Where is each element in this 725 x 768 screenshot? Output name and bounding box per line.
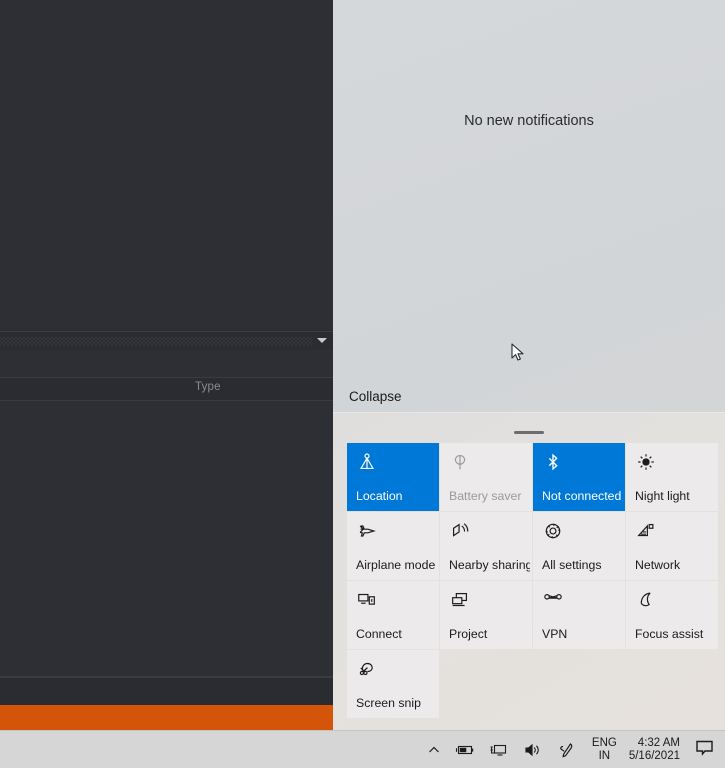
tile-label: Network: [635, 558, 716, 572]
quick-action-tile-nearby-sharing[interactable]: Nearby sharing: [440, 512, 532, 580]
tile-label: Airplane mode: [356, 558, 437, 572]
no-notifications-message: No new notifications: [333, 113, 725, 129]
moon-icon: [635, 589, 657, 611]
bluetooth-icon: [542, 451, 564, 473]
pen-workspace-button[interactable]: [550, 731, 584, 768]
quick-action-tile-location[interactable]: Location: [347, 443, 439, 511]
tile-label: Battery saver: [449, 489, 530, 503]
tile-grid-empty-slot: [533, 650, 625, 718]
connect-icon: [356, 589, 378, 611]
airplane-icon: [356, 520, 378, 542]
quick-action-tile-vpn[interactable]: VPN: [533, 581, 625, 649]
quick-action-tile-screen-snip[interactable]: Screen snip: [347, 650, 439, 718]
speaker-icon: [523, 742, 543, 758]
chevron-up-icon: [427, 743, 441, 757]
clock-time: 4:32 AM: [638, 737, 680, 750]
quick-action-tile-battery-saver[interactable]: Battery saver: [440, 443, 532, 511]
vpn-icon: [542, 589, 564, 611]
column-header-type: Type: [195, 381, 221, 393]
background-application-window[interactable]: Type: [0, 0, 333, 730]
quick-action-tile-connect[interactable]: Connect: [347, 581, 439, 649]
collapse-link[interactable]: Collapse: [349, 389, 402, 404]
quick-action-tile-all-settings[interactable]: All settings: [533, 512, 625, 580]
nearby-sharing-icon: [449, 520, 471, 542]
night-light-icon: [635, 451, 657, 473]
battery-saver-icon: [449, 451, 471, 473]
tile-label: Screen snip: [356, 696, 437, 710]
system-tray: ENG IN 4:32 AM 5/16/2021: [420, 731, 725, 768]
network-icon: [635, 520, 657, 542]
tile-label: Location: [356, 489, 437, 503]
notifications-area: No new notifications Collapse: [333, 0, 725, 412]
quick-action-tile-grid: Location Battery saver: [347, 443, 717, 718]
tile-label: Nearby sharing: [449, 558, 530, 572]
network-monitor-icon: [489, 742, 509, 758]
app-footer-band: [0, 677, 333, 706]
dotted-pattern: [0, 337, 312, 346]
tile-label: Focus assist: [635, 627, 716, 641]
quick-action-tile-project[interactable]: Project: [440, 581, 532, 649]
tile-grid-empty-slot: [440, 650, 532, 718]
volume-button[interactable]: [516, 731, 550, 768]
clock-button[interactable]: 4:32 AM 5/16/2021: [625, 731, 690, 768]
quick-action-tile-bluetooth[interactable]: Not connected: [533, 443, 625, 511]
quick-action-tile-airplane-mode[interactable]: Airplane mode: [347, 512, 439, 580]
app-status-bar: [0, 705, 333, 730]
quick-action-tile-network[interactable]: Network: [626, 512, 718, 580]
tile-label: VPN: [542, 627, 623, 641]
quick-actions-panel: Location Battery saver: [333, 413, 725, 730]
app-dotted-toolbar-row[interactable]: [0, 331, 333, 352]
app-canvas-area[interactable]: [0, 0, 333, 330]
app-secondary-panel: [0, 350, 333, 378]
language-primary: ENG: [592, 737, 617, 750]
action-center-flyout: No new notifications Collapse Location: [333, 0, 725, 730]
tile-label: Connect: [356, 627, 437, 641]
desktop-screen: Type No new notifications Collapse: [0, 0, 725, 768]
tile-label: All settings: [542, 558, 623, 572]
taskbar: ENG IN 4:32 AM 5/16/2021: [0, 730, 725, 768]
network-button[interactable]: [482, 731, 516, 768]
quick-action-tile-focus-assist[interactable]: Focus assist: [626, 581, 718, 649]
tile-grid-empty-slot: [626, 650, 718, 718]
app-list-area[interactable]: [0, 401, 333, 677]
screen-snip-icon: [356, 658, 378, 680]
battery-button[interactable]: [448, 731, 482, 768]
tile-label: Night light: [635, 489, 716, 503]
chevron-down-icon[interactable]: [317, 338, 327, 343]
pen-icon: [557, 741, 577, 759]
location-icon: [356, 451, 378, 473]
language-indicator[interactable]: ENG IN: [584, 731, 625, 768]
project-icon: [449, 589, 471, 611]
panel-drag-handle[interactable]: [514, 431, 544, 434]
quick-action-tile-night-light[interactable]: Night light: [626, 443, 718, 511]
notification-bubble-icon: [694, 738, 715, 762]
tile-label: Project: [449, 627, 530, 641]
app-column-header-row: Type: [0, 378, 333, 401]
action-center-button[interactable]: [690, 731, 725, 768]
gear-icon: [542, 520, 564, 542]
show-hidden-icons-button[interactable]: [420, 731, 448, 768]
battery-icon: [455, 742, 475, 758]
tile-label: Not connected: [542, 489, 623, 503]
clock-date: 5/16/2021: [629, 750, 680, 763]
language-secondary: IN: [599, 750, 611, 763]
